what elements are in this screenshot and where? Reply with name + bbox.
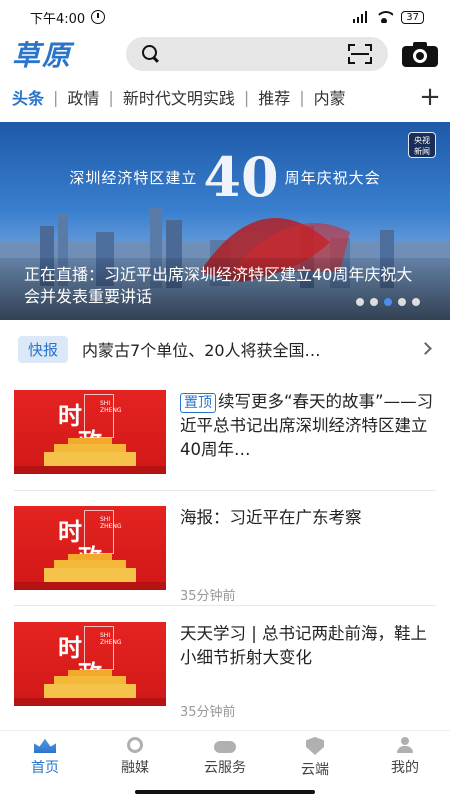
- banner-overlay-title: 深圳经济特区建立 40 周年庆祝大会: [0, 145, 450, 209]
- carousel-dot[interactable]: [412, 298, 420, 306]
- tab-neimeng[interactable]: 内蒙: [314, 85, 346, 109]
- carousel-dot[interactable]: [370, 298, 378, 306]
- news-thumbnail: 时 政 SHI ZHENG: [14, 622, 166, 706]
- battery-icon: 37: [401, 10, 424, 24]
- headline-banner[interactable]: 深圳经济特区建立 40 周年庆祝大会 央视 新闻 正在直播：习近平出席深圳经济特…: [0, 122, 450, 320]
- nav-label: 融媒: [121, 760, 149, 776]
- camera-icon[interactable]: [402, 41, 438, 67]
- carousel-indicator: [356, 298, 420, 306]
- banner-title-number: 40: [203, 145, 279, 209]
- signal-icon: [352, 11, 368, 23]
- tab-civilization[interactable]: 新时代文明实践: [123, 85, 235, 109]
- news-title[interactable]: 置顶 续写更多“春天的故事”——习近平总书记出席深圳经济特区建立40周年…: [180, 390, 436, 462]
- search-input[interactable]: [126, 37, 388, 71]
- tab-separator: |: [299, 87, 305, 107]
- bottom-nav: 首页 融媒 云服务 云端 我的: [0, 730, 450, 780]
- news-thumbnail: 时 政 SHI ZHENG: [14, 506, 166, 590]
- nav-label: 首页: [31, 760, 59, 776]
- banner-caption: 正在直播：习近平出席深圳经济特区建立40周年庆祝大会并发表重要讲话: [0, 258, 450, 320]
- app-header: 草原: [0, 34, 450, 74]
- tab-separator: |: [243, 87, 250, 107]
- tab-toutiao[interactable]: 头条: [12, 85, 44, 109]
- thumb-pinyin: SHI ZHENG: [100, 516, 122, 530]
- status-left: 下午4:00: [30, 8, 106, 27]
- cctv-news-logo: 央视 新闻: [408, 132, 436, 158]
- nav-media[interactable]: 融媒: [90, 731, 180, 780]
- user-icon: [396, 737, 414, 753]
- search-icon: [142, 45, 160, 63]
- banner-title-left: 深圳经济特区建立: [69, 168, 198, 187]
- news-thumbnail: 时 政 SHI ZHENG: [14, 390, 166, 474]
- nav-label: 云端: [301, 762, 329, 778]
- flash-badge: 快报: [18, 335, 69, 363]
- home-icon: [34, 738, 56, 753]
- news-item[interactable]: 时 政 SHI ZHENG 海报：习近平在广东考察 35分钟前: [0, 506, 450, 618]
- wifi-icon: [375, 11, 394, 23]
- carousel-dot[interactable]: [398, 298, 406, 306]
- status-bar: 下午4:00 37: [0, 0, 450, 34]
- home-indicator[interactable]: [135, 790, 315, 794]
- nav-cloud-service[interactable]: 云服务: [180, 731, 270, 780]
- status-right: 37: [352, 10, 424, 24]
- flash-text[interactable]: 内蒙古7个单位、20人将获全国…: [82, 337, 382, 361]
- nav-label: 我的: [391, 760, 419, 776]
- news-body: 海报：习近平在广东考察 35分钟前: [180, 506, 436, 618]
- nav-label: 云服务: [204, 760, 246, 776]
- pinned-badge: 置顶: [180, 393, 216, 413]
- divider: [14, 490, 436, 491]
- carousel-dot[interactable]: [356, 298, 364, 306]
- news-item[interactable]: 时 政 SHI ZHENG 置顶续写更多“春天的故事”——习近平总书记出席深圳经…: [0, 390, 450, 502]
- tab-zhengqing[interactable]: 政情: [67, 85, 99, 109]
- tab-recommend[interactable]: 推荐: [258, 85, 290, 109]
- channel-tabs: 头条 | 政情 | 新时代文明实践 | 推荐 | 内蒙 +: [0, 80, 450, 114]
- chevron-right-icon[interactable]: [419, 342, 432, 355]
- media-icon: [127, 737, 143, 753]
- news-time: 35分钟前: [180, 589, 236, 604]
- shield-icon: [306, 737, 324, 755]
- alarm-icon: [91, 10, 106, 24]
- news-body: 置顶 续写更多“春天的故事”——习近平总书记出席深圳经济特区建立40周年…: [180, 390, 436, 502]
- carousel-dot-active[interactable]: [384, 298, 392, 306]
- tab-separator: |: [53, 87, 59, 107]
- nav-home[interactable]: 首页: [0, 731, 90, 780]
- app-logo: 草原: [12, 39, 73, 72]
- banner-title-right: 周年庆祝大会: [284, 168, 381, 187]
- add-channel-icon[interactable]: +: [410, 80, 450, 114]
- status-time: 下午4:00: [30, 11, 86, 27]
- cloud-icon: [214, 741, 236, 753]
- news-title[interactable]: 海报：习近平在广东考察: [180, 506, 436, 530]
- news-title[interactable]: 天天学习 | 总书记两赴前海，鞋上小细节折射大变化: [180, 622, 436, 670]
- news-item[interactable]: 时 政 SHI ZHENG 天天学习 | 总书记两赴前海，鞋上小细节折射大变化 …: [0, 622, 450, 734]
- nav-profile[interactable]: 我的: [360, 731, 450, 780]
- tab-separator: |: [108, 87, 114, 107]
- news-title-text: 续写更多“春天的故事”——习近平总书记出席深圳经济特区建立40周年…: [180, 392, 434, 459]
- news-time: 35分钟前: [180, 705, 236, 720]
- thumb-pinyin: SHI ZHENG: [100, 632, 122, 646]
- nav-cloud[interactable]: 云端: [270, 731, 360, 780]
- thumb-pinyin: SHI ZHENG: [100, 400, 122, 414]
- scan-icon[interactable]: [348, 44, 372, 64]
- news-body: 天天学习 | 总书记两赴前海，鞋上小细节折射大变化 35分钟前: [180, 622, 436, 734]
- flash-news-bar[interactable]: 快报 内蒙古7个单位、20人将获全国…: [0, 330, 450, 368]
- divider: [14, 605, 436, 606]
